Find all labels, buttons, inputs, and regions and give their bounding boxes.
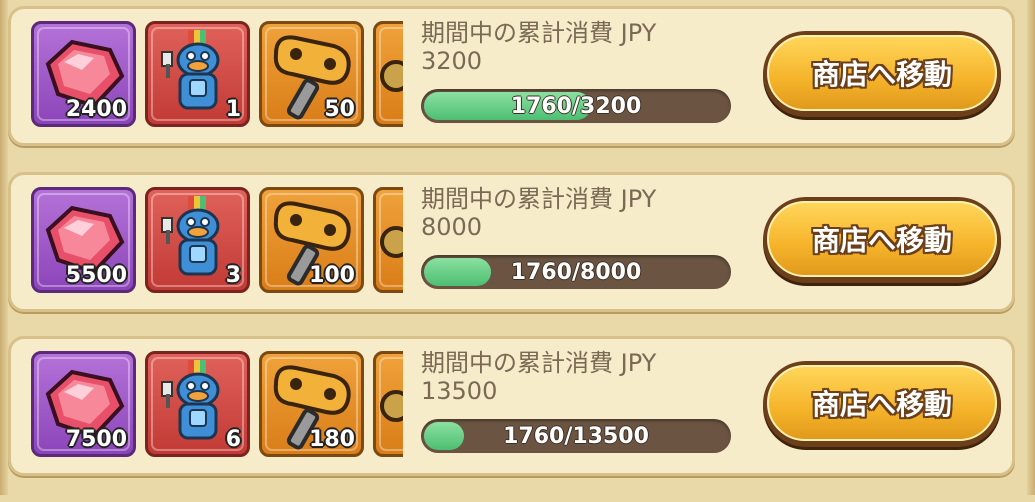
reward-slot-hero[interactable]: 3 bbox=[145, 187, 250, 293]
go-to-shop-button-label: 商店へ移動 bbox=[811, 58, 952, 91]
reward-items: 2400 1 50 bbox=[31, 21, 403, 133]
tier-target-value: 13500 bbox=[421, 377, 498, 405]
reward-slot-key[interactable]: 50 bbox=[259, 21, 364, 127]
tier-condition-label: 期間中の累計消費 JPY bbox=[421, 349, 657, 377]
reward-slot-gem[interactable]: 5500 bbox=[31, 187, 136, 293]
reward-tier-card: 5500 3 100 期間中の累計消費 JPY 8000 1760/8000 商… bbox=[8, 172, 1015, 312]
progress-bar: 1760/13500 bbox=[421, 419, 731, 453]
reward-slot-key[interactable]: 100 bbox=[259, 187, 364, 293]
reward-slot-partial[interactable] bbox=[373, 351, 403, 457]
reward-slot-hero[interactable]: 6 bbox=[145, 351, 250, 457]
reward-items: 7500 6 180 bbox=[31, 351, 403, 463]
progress-text: 1760/13500 bbox=[503, 423, 649, 449]
reward-slot-gem[interactable]: 2400 bbox=[31, 21, 136, 127]
partial-item-icon bbox=[380, 390, 403, 422]
background-edge-left bbox=[0, 0, 8, 495]
partial-item-icon bbox=[380, 226, 403, 258]
reward-quantity: 180 bbox=[309, 427, 355, 452]
reward-quantity: 5500 bbox=[65, 263, 127, 288]
progress-text: 1760/3200 bbox=[510, 93, 642, 119]
reward-slot-partial[interactable] bbox=[373, 187, 403, 293]
reward-tier-list: 2400 1 50 期間中の累計消費 JPY 3200 1760/3200 商店… bbox=[8, 6, 1023, 502]
reward-quantity: 1 bbox=[225, 97, 241, 122]
tier-condition-label: 期間中の累計消費 JPY bbox=[421, 19, 657, 47]
reward-tier-card: 2400 1 50 期間中の累計消費 JPY 3200 1760/3200 商店… bbox=[8, 6, 1015, 146]
reward-quantity: 2400 bbox=[65, 97, 127, 122]
go-to-shop-button-label: 商店へ移動 bbox=[811, 224, 952, 257]
tier-info: 期間中の累計消費 JPY 8000 1760/8000 bbox=[421, 185, 741, 289]
reward-quantity: 50 bbox=[324, 97, 355, 122]
reward-tier-card: 7500 6 180 期間中の累計消費 JPY 13500 1760/13500… bbox=[8, 336, 1015, 476]
reward-slot-partial[interactable] bbox=[373, 21, 403, 127]
progress-bar: 1760/3200 bbox=[421, 89, 731, 123]
reward-quantity: 100 bbox=[309, 263, 355, 288]
partial-item-icon bbox=[380, 60, 403, 92]
reward-slot-gem[interactable]: 7500 bbox=[31, 351, 136, 457]
reward-slot-hero[interactable]: 1 bbox=[145, 21, 250, 127]
tier-target-value: 8000 bbox=[421, 213, 483, 241]
go-to-shop-button[interactable]: 商店へ移動 bbox=[763, 197, 1001, 283]
reward-slot-key[interactable]: 180 bbox=[259, 351, 364, 457]
go-to-shop-button[interactable]: 商店へ移動 bbox=[763, 361, 1001, 447]
progress-text: 1760/8000 bbox=[510, 259, 642, 285]
progress-bar: 1760/8000 bbox=[421, 255, 731, 289]
tier-target-value: 3200 bbox=[421, 47, 483, 75]
reward-quantity: 6 bbox=[225, 427, 241, 452]
tier-info: 期間中の累計消費 JPY 3200 1760/3200 bbox=[421, 19, 741, 123]
go-to-shop-button-label: 商店へ移動 bbox=[811, 388, 952, 421]
tier-condition-label: 期間中の累計消費 JPY bbox=[421, 185, 657, 213]
reward-quantity: 7500 bbox=[65, 427, 127, 452]
go-to-shop-button[interactable]: 商店へ移動 bbox=[763, 31, 1001, 117]
reward-items: 5500 3 100 bbox=[31, 187, 403, 299]
tier-info: 期間中の累計消費 JPY 13500 1760/13500 bbox=[421, 349, 741, 453]
background-edge-right bbox=[1027, 0, 1035, 495]
reward-quantity: 3 bbox=[225, 263, 241, 288]
